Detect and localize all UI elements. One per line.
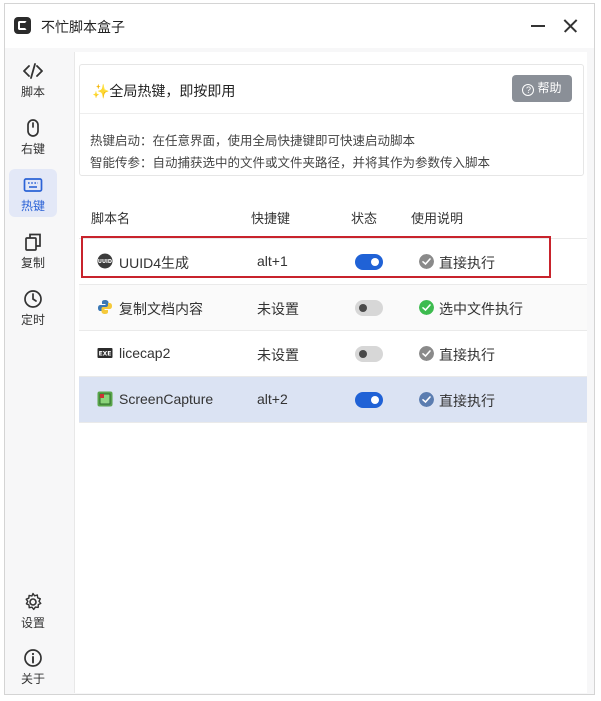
keyboard-icon <box>23 178 43 192</box>
help-label: 帮助 <box>537 81 562 95</box>
gear-icon <box>25 592 42 611</box>
mouse-icon <box>27 119 39 137</box>
toggle-knob <box>371 258 379 266</box>
sidebar-item-label: 脚本 <box>20 85 45 99</box>
sidebar-item-schedule[interactable]: 定时 <box>9 283 57 331</box>
script-name: UUID4生成 <box>119 255 190 271</box>
uuid-icon: UUID <box>97 253 113 269</box>
check-circle-icon <box>419 346 434 361</box>
hotkey-value[interactable]: 未设置 <box>257 299 299 319</box>
python-icon <box>98 300 112 314</box>
column-header-usage: 使用说明 <box>411 211 464 226</box>
script-name: ScreenCapture <box>119 391 214 407</box>
table-header: 脚本名 快捷键 状态 使用说明 <box>79 192 587 239</box>
table-row[interactable]: ScreenCapture alt+2 直接执行 <box>79 377 587 423</box>
sidebar-item-label: 设置 <box>20 616 45 630</box>
toggle-knob <box>359 350 367 358</box>
divider <box>80 113 583 114</box>
toggle-knob <box>371 396 379 404</box>
hotkey-table: 脚本名 快捷键 状态 使用说明 UUID UUID4生成 alt+1 直接执行 … <box>79 192 587 423</box>
column-header-name: 脚本名 <box>91 211 131 226</box>
sidebar-item-scripts[interactable]: 脚本 <box>9 55 57 103</box>
question-icon: ? <box>522 84 535 96</box>
check-circle-icon <box>419 254 434 269</box>
usage-text: 直接执行 <box>439 255 495 271</box>
clock-icon <box>24 290 42 308</box>
sidebar-item-label: 复制 <box>20 256 45 270</box>
sidebar-item-copy[interactable]: 复制 <box>9 226 57 274</box>
info-line-params: 智能传参：自动捕获选中的文件或文件夹路径，并将其作为参数传入脚本 <box>90 156 491 170</box>
info-title: ✨全局热键，即按即用 <box>92 83 236 99</box>
app-logo-icon <box>14 17 31 34</box>
svg-text:UUID: UUID <box>98 259 112 265</box>
status-toggle[interactable] <box>355 392 383 408</box>
column-header-status: 状态 <box>351 211 378 226</box>
sidebar-item-label: 热键 <box>20 199 45 213</box>
hotkey-value[interactable]: alt+1 <box>257 253 288 269</box>
check-circle-icon <box>419 392 434 407</box>
script-name: 复制文档内容 <box>119 301 203 317</box>
table-row[interactable]: UUID UUID4生成 alt+1 直接执行 <box>79 236 587 285</box>
usage-text: 直接执行 <box>439 393 495 409</box>
sidebar-item-label: 右键 <box>20 142 45 156</box>
check-circle-icon <box>419 300 434 315</box>
info-line-hotkey: 热键启动：在任意界面，使用全局快捷键即可快速启动脚本 <box>90 134 416 148</box>
usage-text: 选中文件执行 <box>439 301 523 317</box>
table-row[interactable]: EXE licecap2 未设置 直接执行 <box>79 331 587 377</box>
window-title: 不忙脚本盒子 <box>41 19 125 35</box>
close-button[interactable] <box>560 15 582 37</box>
script-name: licecap2 <box>119 345 171 361</box>
info-card: ✨全局热键，即按即用 ? 帮助 热键启动：在任意界面，使用全局快捷键即可快速启动脚… <box>79 64 584 176</box>
column-header-hotkey: 快捷键 <box>251 211 291 226</box>
hotkey-value[interactable]: alt+2 <box>257 391 288 407</box>
sidebar-item-label: 关于 <box>20 672 45 686</box>
toggle-knob <box>359 304 367 312</box>
help-button[interactable]: ? 帮助 <box>512 75 572 102</box>
info-icon <box>24 649 42 667</box>
sidebar-item-hotkeys[interactable]: 热键 <box>9 169 57 217</box>
sidebar-item-about[interactable]: 关于 <box>9 642 57 690</box>
sidebar-item-settings[interactable]: 设置 <box>9 586 57 634</box>
status-toggle[interactable] <box>355 346 383 362</box>
svg-text:EXE: EXE <box>99 351 112 358</box>
app-window: 不忙脚本盒子 脚本 右键 热键 复制 定时 设置 关于 ✨全局热键，即按即用 ?… <box>4 3 595 695</box>
exe-icon: EXE <box>97 348 113 358</box>
sidebar: 脚本 右键 热键 复制 定时 设置 关于 <box>5 48 63 694</box>
status-toggle[interactable] <box>355 254 383 270</box>
table-row[interactable]: 复制文档内容 未设置 选中文件执行 <box>79 285 587 331</box>
code-icon <box>23 63 43 79</box>
status-toggle[interactable] <box>355 300 383 316</box>
hotkey-value[interactable]: 未设置 <box>257 345 299 365</box>
copy-icon <box>25 233 41 251</box>
screencapture-icon <box>97 391 113 407</box>
sidebar-item-label: 定时 <box>20 313 45 327</box>
minimize-button[interactable] <box>527 15 549 37</box>
sidebar-item-context-menu[interactable]: 右键 <box>9 112 57 160</box>
main-panel: ✨全局热键，即按即用 ? 帮助 热键启动：在任意界面，使用全局快捷键即可快速启动脚… <box>74 52 587 693</box>
title-bar[interactable]: 不忙脚本盒子 <box>5 4 594 48</box>
usage-text: 直接执行 <box>439 347 495 363</box>
